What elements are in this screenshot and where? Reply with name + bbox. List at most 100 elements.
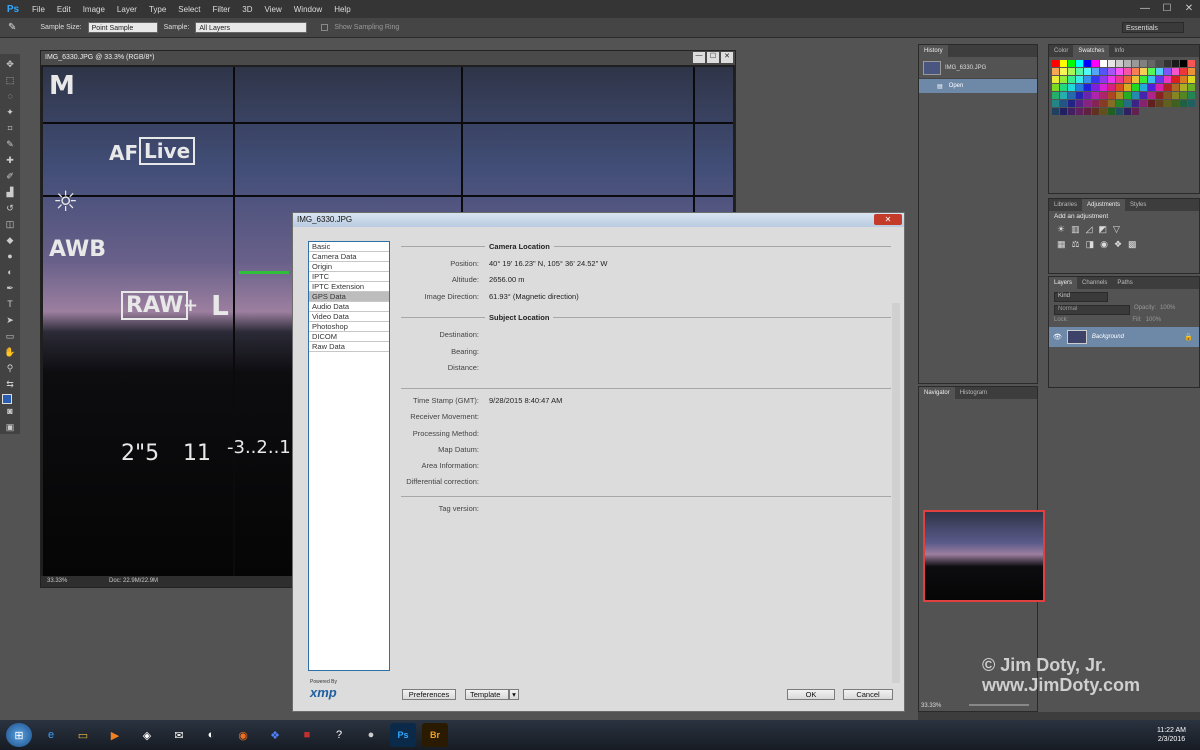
color-swatch[interactable] [1172,68,1179,75]
ok-button[interactable]: OK [787,689,835,700]
doc-minimize-icon[interactable]: — [693,52,705,63]
color-swatch[interactable] [1092,108,1099,115]
color-swatch[interactable] [1156,100,1163,107]
color-swatch[interactable] [1140,76,1147,83]
color-swatch[interactable] [1188,60,1195,67]
color-swatch[interactable] [1068,108,1075,115]
color-swatch[interactable] [1148,76,1155,83]
color-swatch[interactable] [1140,92,1147,99]
tab-color[interactable]: Color [1049,45,1073,57]
mail-icon[interactable]: ✉ [166,723,192,747]
menu-window[interactable]: Window [288,5,328,14]
color-swatch[interactable] [1108,68,1115,75]
lasso-tool-icon[interactable]: ◌ [3,90,17,103]
blur-tool-icon[interactable]: ● [3,250,17,263]
color-swatch[interactable] [1132,60,1139,67]
color-swatch[interactable] [1164,92,1171,99]
color-swatch[interactable] [1124,100,1131,107]
category-iptc[interactable]: IPTC [309,272,389,282]
tab-navigator[interactable]: Navigator [919,387,955,399]
category-iptc-extension[interactable]: IPTC Extension [309,282,389,292]
color-swatch[interactable] [1100,92,1107,99]
lookup-icon[interactable]: ▩ [1128,239,1137,250]
category-camera-data[interactable]: Camera Data [309,252,389,262]
color-swatch[interactable] [1052,60,1059,67]
tab-libraries[interactable]: Libraries [1049,199,1082,211]
color-swatch[interactable] [1084,60,1091,67]
color-balance-icon[interactable]: ⚖ [1072,239,1080,250]
color-swap-icon[interactable]: ⇆ [3,378,17,391]
color-swatch[interactable] [1124,84,1131,91]
zoom-tool-icon[interactable]: ⚲ [3,362,17,375]
color-swatch[interactable] [1060,108,1067,115]
color-swatch[interactable] [1060,84,1067,91]
category-dicom[interactable]: DICOM [309,332,389,342]
color-swatch[interactable] [1060,92,1067,99]
color-swatch[interactable] [1156,68,1163,75]
color-swatch[interactable] [1076,92,1083,99]
photo-filter-icon[interactable]: ◉ [1100,239,1108,250]
color-swatch[interactable] [1180,68,1187,75]
color-swatch[interactable] [1108,108,1115,115]
tab-histogram[interactable]: Histogram [955,387,992,399]
color-swatch[interactable] [1132,100,1139,107]
color-swatch[interactable] [1116,100,1123,107]
color-swatch[interactable] [1164,60,1171,67]
dodge-tool-icon[interactable]: ◐ [3,266,17,279]
dialog-close-icon[interactable]: ✕ [874,214,902,225]
levels-icon[interactable]: ▥ [1071,224,1080,235]
menu-image[interactable]: Image [77,5,111,14]
color-swatch[interactable] [1172,60,1179,67]
color-swatch[interactable] [1124,76,1131,83]
brush-tool-icon[interactable]: ✐ [3,170,17,183]
color-swatch[interactable] [1148,68,1155,75]
photoshop-logo[interactable]: Ps [0,4,26,15]
color-swatch[interactable] [1172,92,1179,99]
crop-tool-icon[interactable]: ⌗ [3,122,17,135]
color-swatch[interactable] [1108,60,1115,67]
sampling-ring-checkbox[interactable] [321,24,329,31]
color-swatch[interactable] [1108,100,1115,107]
color-swatch[interactable] [1148,100,1155,107]
color-swatch[interactable] [1060,60,1067,67]
eye-icon[interactable]: 👁 [1053,333,1062,341]
menu-file[interactable]: File [26,5,51,14]
vibrance-icon[interactable]: ▽ [1113,224,1120,235]
tab-channels[interactable]: Channels [1077,277,1112,289]
media-player-icon[interactable]: ▶ [102,723,128,747]
category-basic[interactable]: Basic [309,242,389,252]
foreground-color[interactable] [2,394,12,404]
color-swatch[interactable] [1092,100,1099,107]
color-swatch[interactable] [1068,76,1075,83]
help-icon[interactable]: ? [326,723,352,747]
color-swatch[interactable] [1116,84,1123,91]
menu-3d[interactable]: 3D [236,5,258,14]
hue-icon[interactable]: ▦ [1057,239,1066,250]
exposure-icon[interactable]: ◩ [1099,224,1108,235]
color-swatch[interactable] [1124,92,1131,99]
color-swatch[interactable] [1180,84,1187,91]
color-swatch[interactable] [1092,84,1099,91]
tab-history[interactable]: History [919,45,948,57]
color-swatch[interactable] [1068,60,1075,67]
color-swatch[interactable] [1100,68,1107,75]
color-swatch[interactable] [1108,92,1115,99]
color-swatch[interactable] [1084,92,1091,99]
tab-adjustments[interactable]: Adjustments [1082,199,1126,211]
color-swatch[interactable] [1108,84,1115,91]
curves-icon[interactable]: ◿ [1086,224,1093,235]
color-swatch[interactable] [1052,100,1059,107]
bw-icon[interactable]: ◨ [1086,239,1095,250]
color-swatch[interactable] [1132,68,1139,75]
close-icon[interactable]: ✕ [1178,0,1200,18]
color-swatch[interactable] [1052,68,1059,75]
quick-mask-icon[interactable]: ◙ [3,405,17,418]
color-swatch[interactable] [1164,76,1171,83]
bucket-tool-icon[interactable]: ◆ [3,234,17,247]
color-chips[interactable] [2,394,18,409]
category-origin[interactable]: Origin [309,262,389,272]
color-swatch[interactable] [1052,84,1059,91]
type-tool-icon[interactable]: T [3,298,17,311]
color-swatch[interactable] [1076,100,1083,107]
color-swatch[interactable] [1052,108,1059,115]
